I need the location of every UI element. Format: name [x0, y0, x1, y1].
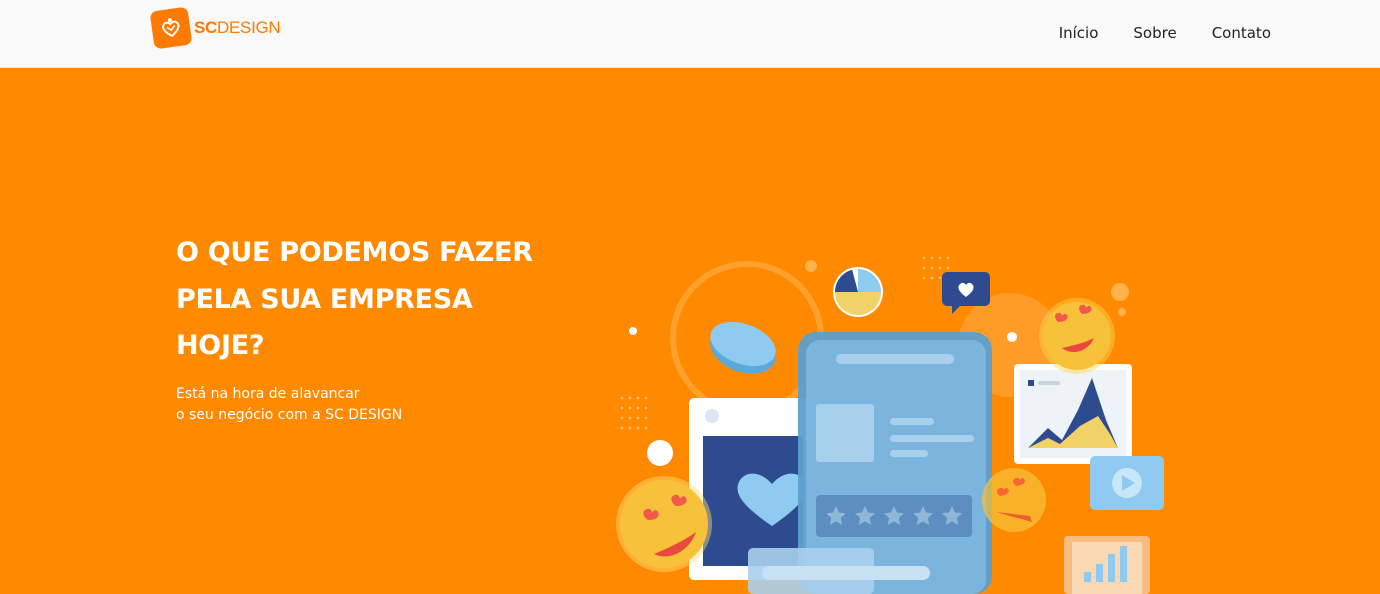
hero-title-line: PELA SUA EMPRESA	[176, 283, 473, 315]
hero-subtitle-line: o seu negócio com a SC DESIGN	[176, 406, 403, 423]
area-chart-icon	[1014, 364, 1132, 464]
dot-grid-left	[620, 396, 648, 430]
bar-chart-icon	[1064, 536, 1150, 594]
heart-eyes-emoji-icon	[616, 476, 712, 572]
deco-dot	[805, 260, 817, 272]
deco-dot	[1007, 332, 1017, 342]
logo-text-light: DESIGN	[217, 18, 281, 37]
site-header: SCDESIGN Início Sobre Contato	[0, 0, 1380, 68]
hero-illustration	[600, 250, 1180, 594]
nav-item-sobre[interactable]: Sobre	[1133, 24, 1176, 42]
logo-text-bold: SC	[194, 18, 218, 37]
deco-dot	[1111, 283, 1129, 301]
hero-title-line: HOJE?	[176, 330, 265, 361]
hero-section: O QUE PODEMOS FAZER PELA SUA EMPRESA HOJ…	[176, 230, 556, 426]
deco-dot	[629, 327, 637, 335]
heart-eyes-emoji-icon	[1039, 298, 1115, 374]
logo-badge-icon	[149, 6, 193, 50]
nav-item-contato[interactable]: Contato	[1212, 24, 1271, 42]
heart-eyes-emoji-icon	[982, 468, 1046, 532]
hero-illustration-svg	[616, 256, 1164, 594]
hero-subtitle: Está na hora de alavancar o seu negócio …	[176, 384, 556, 426]
deco-dot	[1118, 308, 1126, 316]
logo-text: SCDESIGN	[194, 18, 281, 38]
deco-dot	[647, 440, 673, 466]
capsule-shape	[710, 321, 776, 374]
nav-item-inicio[interactable]: Início	[1059, 24, 1099, 42]
hero-title: O QUE PODEMOS FAZER PELA SUA EMPRESA HOJ…	[176, 230, 556, 370]
main-nav: Início Sobre Contato	[1059, 24, 1271, 42]
logo[interactable]: SCDESIGN	[149, 6, 281, 50]
play-icon	[1090, 456, 1164, 510]
pie-chart-icon	[833, 267, 883, 317]
hero-title-line: O QUE PODEMOS FAZER	[176, 237, 533, 268]
hero-subtitle-line: Está na hora de alavancar	[176, 385, 360, 402]
